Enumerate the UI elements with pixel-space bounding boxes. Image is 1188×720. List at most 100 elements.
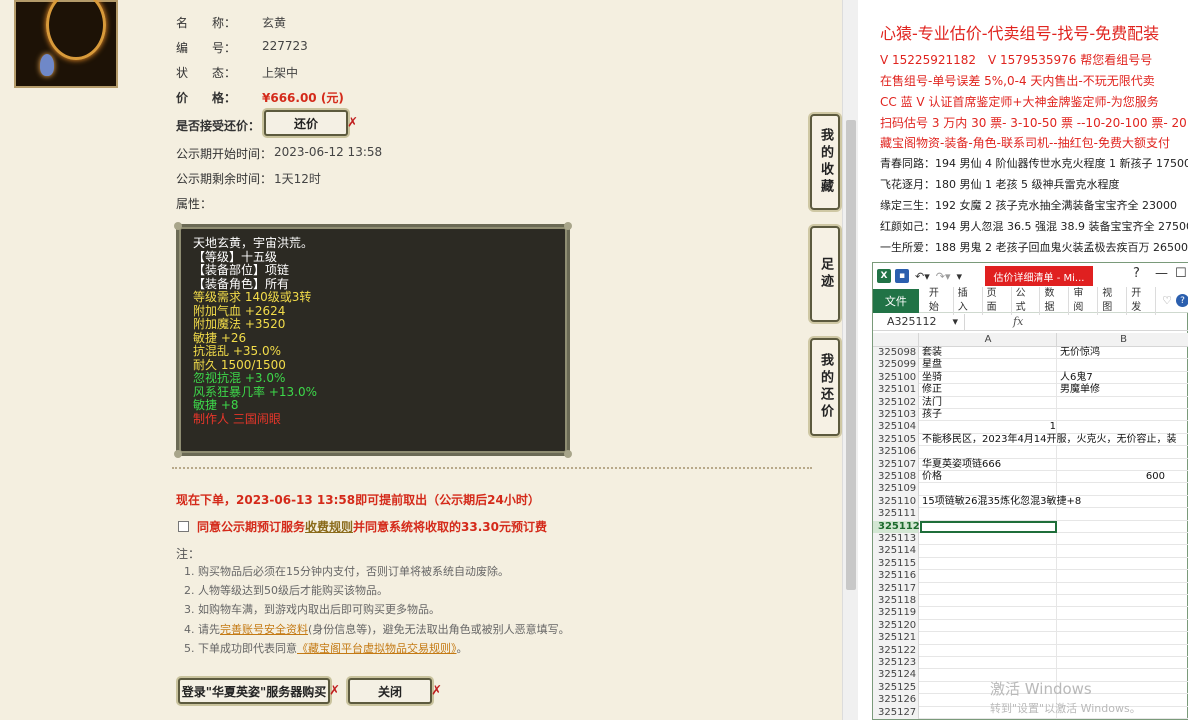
cell-b[interactable] [1058, 397, 1188, 409]
bargain-button[interactable]: 还价 ✗ [264, 110, 358, 136]
help-circle-icon[interactable]: ? [1176, 294, 1188, 307]
cell-b[interactable] [1058, 645, 1188, 657]
ribbon-tab[interactable]: 数据 [1040, 286, 1070, 315]
row-number[interactable]: 325113 [873, 533, 919, 546]
row-number[interactable]: 325098 [873, 347, 919, 360]
row-number[interactable]: 325116 [873, 570, 919, 583]
cell-b[interactable] [1058, 508, 1188, 520]
help-icon[interactable]: ? [1133, 266, 1140, 281]
row-number[interactable]: 325120 [873, 619, 919, 633]
login-buy-button[interactable]: 登录"华夏英姿"服务器购买 ✗ [178, 678, 340, 704]
cell-b[interactable]: 人6鬼7 [1058, 372, 1188, 384]
heart-icon[interactable]: ♡ [1162, 294, 1172, 307]
row-number[interactable]: 325099 [873, 359, 919, 372]
cell-b[interactable] [1058, 483, 1188, 495]
note-link[interactable]: 完善账号安全资料 [220, 623, 308, 636]
maximize-icon[interactable]: ☐ [1175, 266, 1187, 281]
cell-b[interactable] [1058, 521, 1188, 533]
cell-a[interactable] [920, 657, 1057, 670]
cell-b[interactable]: 无价惊鸿 [1058, 347, 1188, 359]
ribbon-tab[interactable]: 插入 [954, 286, 983, 315]
cell-a[interactable]: 华夏英姿项链666 [920, 458, 1057, 471]
row-number[interactable]: 325118 [873, 595, 919, 608]
side-tab-bargains[interactable]: 我的还价 [810, 338, 840, 436]
cell-a[interactable] [920, 545, 1057, 558]
cell-b[interactable] [1058, 583, 1188, 595]
agreement-checkbox[interactable] [178, 521, 189, 532]
row-number[interactable]: 325109 [873, 483, 919, 496]
row-number[interactable]: 325100 [873, 371, 919, 385]
cell-b[interactable] [1058, 595, 1188, 607]
row-number[interactable]: 325107 [873, 458, 919, 471]
undo-icon[interactable]: ↶▾ [915, 270, 930, 283]
cell-a[interactable] [920, 570, 1057, 583]
ribbon-tab[interactable]: 开发 [1127, 286, 1157, 315]
ribbon-tab[interactable]: 公式 [1012, 286, 1041, 315]
fx-icon[interactable]: fx [1013, 315, 1023, 328]
corner-cell[interactable] [873, 333, 919, 347]
cell-b[interactable] [1058, 607, 1188, 619]
ribbon-tab[interactable]: 审阅 [1069, 286, 1099, 315]
page-scrollbar[interactable] [842, 0, 858, 720]
ribbon-tab[interactable]: 页面 [983, 286, 1012, 315]
cell-a[interactable]: 1 [920, 421, 1057, 434]
row-number[interactable]: 325111 [873, 508, 919, 521]
cell-a[interactable] [920, 582, 1057, 595]
cell-b[interactable] [1058, 409, 1188, 421]
cell-a[interactable] [920, 619, 1057, 633]
name-box[interactable]: A325112 ▾ [873, 313, 965, 330]
cell-a[interactable]: 价格 [920, 471, 1057, 484]
cell-a[interactable]: 星盘 [920, 359, 1057, 372]
minimize-icon[interactable]: — [1155, 266, 1168, 281]
ribbon-tab[interactable]: 视图 [1098, 286, 1128, 315]
cell-a[interactable] [920, 595, 1057, 608]
fee-rule-link[interactable]: 收费规则 [305, 518, 353, 535]
side-tab-history[interactable]: 足迹 [810, 226, 840, 322]
row-number[interactable]: 325102 [873, 396, 919, 409]
row-number[interactable]: 325117 [873, 582, 919, 595]
row-number[interactable]: 325114 [873, 545, 919, 558]
row-number[interactable]: 325127 [873, 706, 919, 719]
cell-a[interactable] [920, 644, 1057, 657]
cell-a[interactable] [920, 483, 1057, 496]
row-number[interactable]: 325104 [873, 421, 919, 434]
row-number[interactable]: 325106 [873, 446, 919, 459]
row-number[interactable]: 325115 [873, 557, 919, 571]
cell-a[interactable]: 修正 [920, 384, 1057, 397]
save-icon[interactable]: ▪ [895, 269, 909, 283]
cell-b[interactable] [1058, 545, 1188, 557]
cell-b[interactable] [1058, 632, 1188, 644]
row-number[interactable]: 325125 [873, 681, 919, 695]
cell-b[interactable] [1058, 533, 1188, 545]
row-number[interactable]: 325101 [873, 384, 919, 397]
cell-b[interactable]: 600 [1058, 471, 1188, 483]
cell-a[interactable]: 套装 [920, 347, 1057, 360]
cell-b[interactable] [1058, 359, 1188, 371]
cell-b[interactable] [1058, 459, 1188, 471]
cell-b[interactable] [1058, 620, 1188, 632]
side-tab-favorites[interactable]: 我的收藏 [810, 114, 840, 210]
customize-icon[interactable]: ▾ [957, 270, 963, 283]
row-number[interactable]: 325124 [873, 669, 919, 682]
cell-b[interactable] [1058, 570, 1188, 582]
row-number[interactable]: 325103 [873, 409, 919, 422]
column-header-b[interactable]: B [1058, 333, 1188, 347]
cell-a[interactable] [920, 508, 1057, 521]
cell-b[interactable] [1058, 421, 1188, 433]
row-number[interactable]: 325105 [873, 433, 919, 447]
cell-b[interactable] [1058, 434, 1188, 446]
column-header-a[interactable]: A [920, 333, 1057, 347]
cell-b[interactable] [1058, 657, 1188, 669]
row-number[interactable]: 325112 [873, 520, 920, 533]
cell-a[interactable]: 坐骑 [920, 371, 1057, 385]
row-number[interactable]: 325121 [873, 632, 919, 645]
cell-b[interactable] [1058, 496, 1188, 508]
close-button[interactable]: 关闭 ✗ [348, 678, 442, 704]
cell-a[interactable]: 孩子 [920, 409, 1057, 422]
cell-a[interactable] [920, 632, 1057, 645]
cell-a[interactable] [920, 446, 1057, 459]
cell-b[interactable] [1058, 446, 1188, 458]
row-number[interactable]: 325119 [873, 607, 919, 620]
note-link[interactable]: 《藏宝阁平台虚拟物品交易规则》 [297, 642, 457, 655]
cell-b[interactable]: 男魔单修 [1058, 384, 1188, 396]
